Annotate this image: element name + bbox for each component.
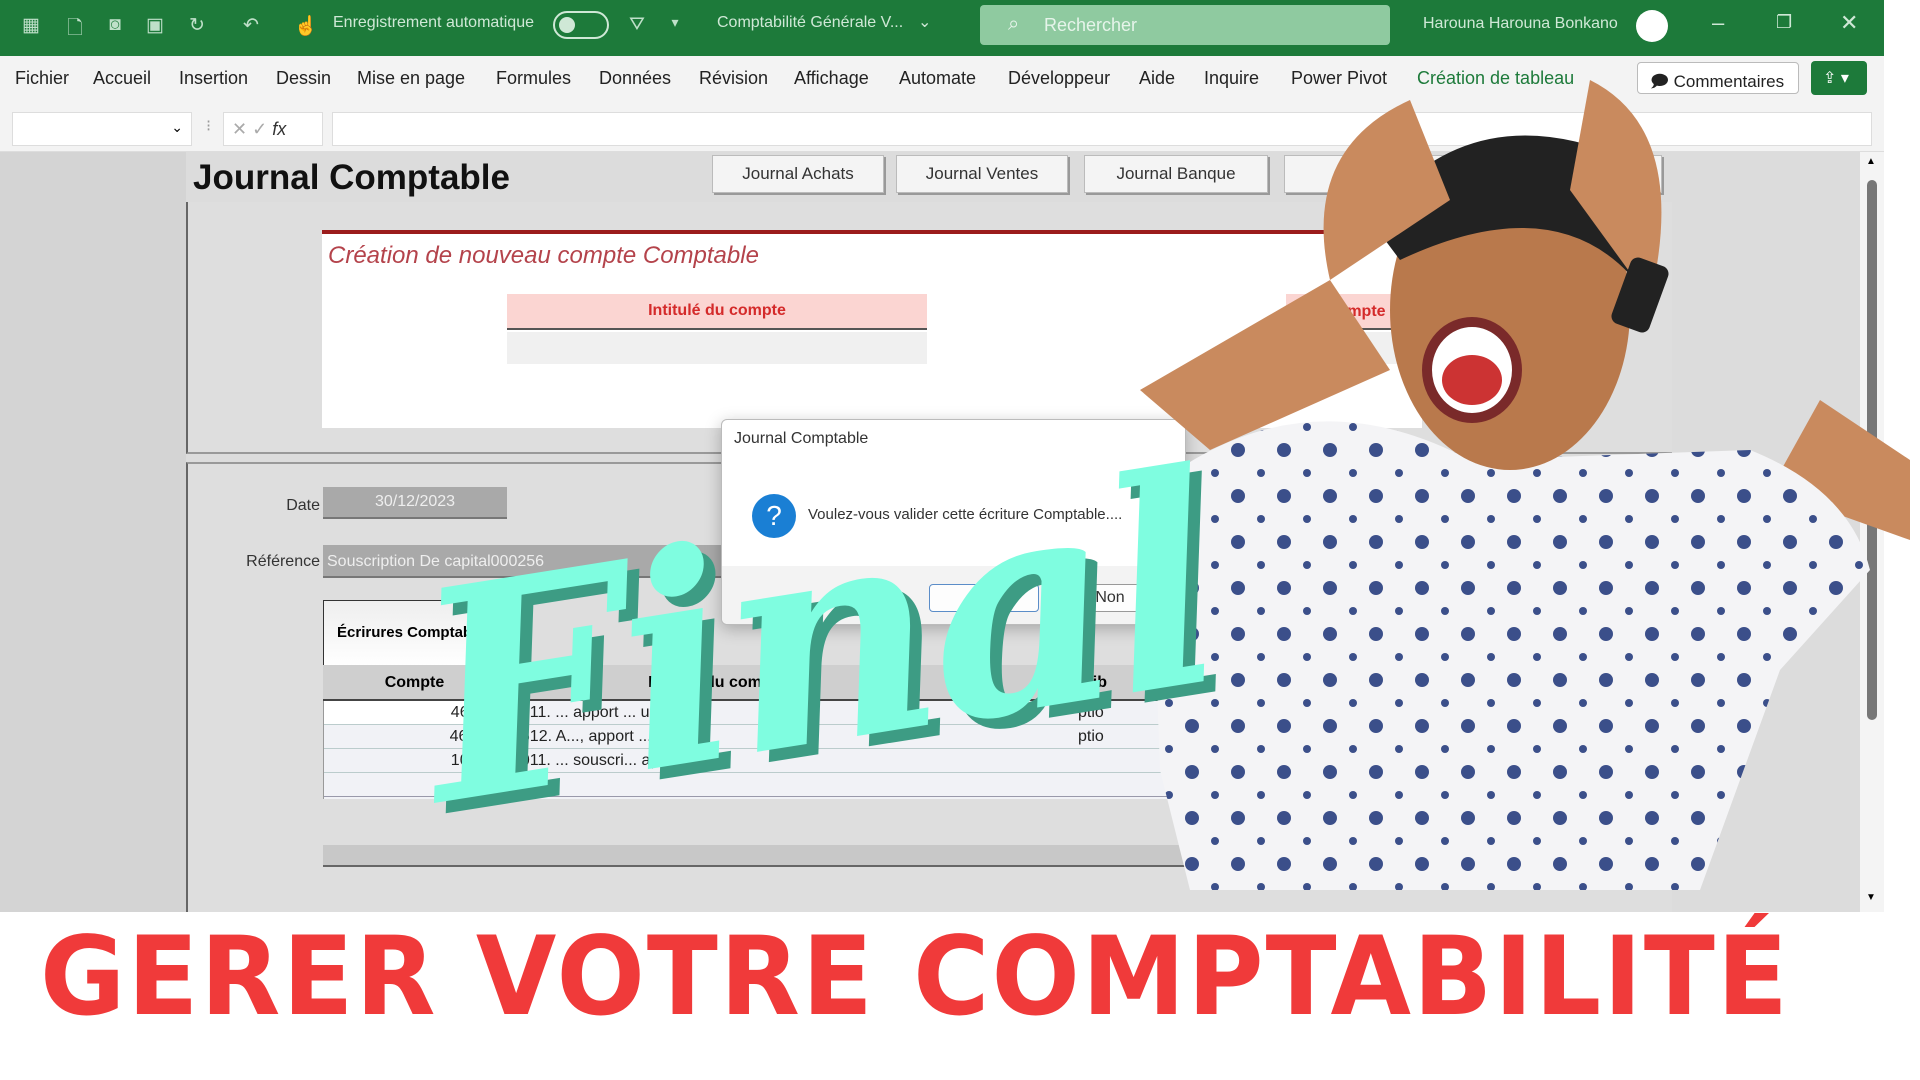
filter-icon[interactable]: ⛛: [626, 14, 648, 38]
tab-dessin[interactable]: Dessin: [276, 68, 331, 89]
avatar[interactable]: [1636, 10, 1668, 42]
restore-icon[interactable]: ❐: [1776, 12, 1792, 33]
sheet-margin: [0, 152, 186, 912]
enter-icon[interactable]: ✓: [252, 119, 267, 139]
tab-accueil[interactable]: Accueil: [93, 68, 151, 89]
tab-mise-en-page[interactable]: Mise en page: [357, 68, 465, 89]
tab-insertion[interactable]: Insertion: [179, 68, 248, 89]
camera-icon[interactable]: ◙: [104, 14, 126, 38]
touch-mode-icon[interactable]: ☝: [294, 14, 318, 38]
reference-label: Référence: [246, 553, 320, 570]
search-placeholder: Rechercher: [1044, 15, 1138, 35]
document-title[interactable]: Comptabilité Générale V...: [717, 14, 903, 32]
chevron-down-icon[interactable]: ⌄: [918, 12, 931, 32]
name-box[interactable]: ⌄: [12, 112, 192, 146]
scroll-down-icon[interactable]: ▼: [1866, 892, 1876, 903]
user-name[interactable]: Harouna Harouna Bonkano: [1423, 15, 1618, 33]
dialog-title: Journal Comptable: [734, 430, 869, 447]
headline-text: GERER VOTRE COMPTABILITÉ: [40, 911, 1790, 1041]
date-field[interactable]: 30/12/2023: [323, 487, 507, 519]
cancel-icon[interactable]: ✕: [232, 119, 247, 139]
page-title: Journal Comptable: [193, 158, 510, 197]
autosave-toggle[interactable]: [553, 11, 609, 39]
search-icon: ⌕: [1008, 13, 1020, 35]
tab-revision[interactable]: Révision: [699, 68, 768, 89]
tab-affichage[interactable]: Affichage: [794, 68, 869, 89]
autosave-label: Enregistrement automatique: [333, 14, 534, 31]
search-input[interactable]: ⌕ Rechercher: [980, 5, 1390, 45]
save-icon[interactable]: ▣: [144, 14, 166, 38]
close-icon[interactable]: ✕: [1840, 10, 1858, 36]
tab-donnees[interactable]: Données: [599, 68, 671, 89]
title-bar: ▦ 🗋 ◙ ▣ ↻ ↶ ☝ Enregistrement automatique…: [0, 0, 1884, 56]
redo-icon[interactable]: ↻: [186, 14, 208, 38]
undo-icon[interactable]: ↶: [240, 14, 262, 38]
more-icon: ⁝: [206, 118, 212, 135]
date-label: Date: [286, 497, 320, 514]
fx-icon[interactable]: fx: [272, 119, 286, 139]
tab-fichier[interactable]: Fichier: [15, 68, 69, 89]
new-account-heading: Création de nouveau compte Comptable: [328, 242, 759, 269]
excel-logo-icon: ▦: [22, 15, 40, 36]
journal-achats-button[interactable]: Journal Achats: [712, 155, 884, 193]
tab-formules[interactable]: Formules: [496, 68, 571, 89]
customize-qat-icon[interactable]: ▾: [664, 14, 686, 38]
intitule-header: Intitulé du compte: [507, 294, 927, 330]
intitule-input[interactable]: [507, 332, 927, 364]
new-file-icon[interactable]: 🗋: [64, 14, 86, 39]
formula-controls: ✕ ✓ fx: [223, 112, 323, 146]
chevron-down-icon[interactable]: ⌄: [171, 119, 183, 136]
minimize-icon[interactable]: –: [1712, 10, 1724, 36]
